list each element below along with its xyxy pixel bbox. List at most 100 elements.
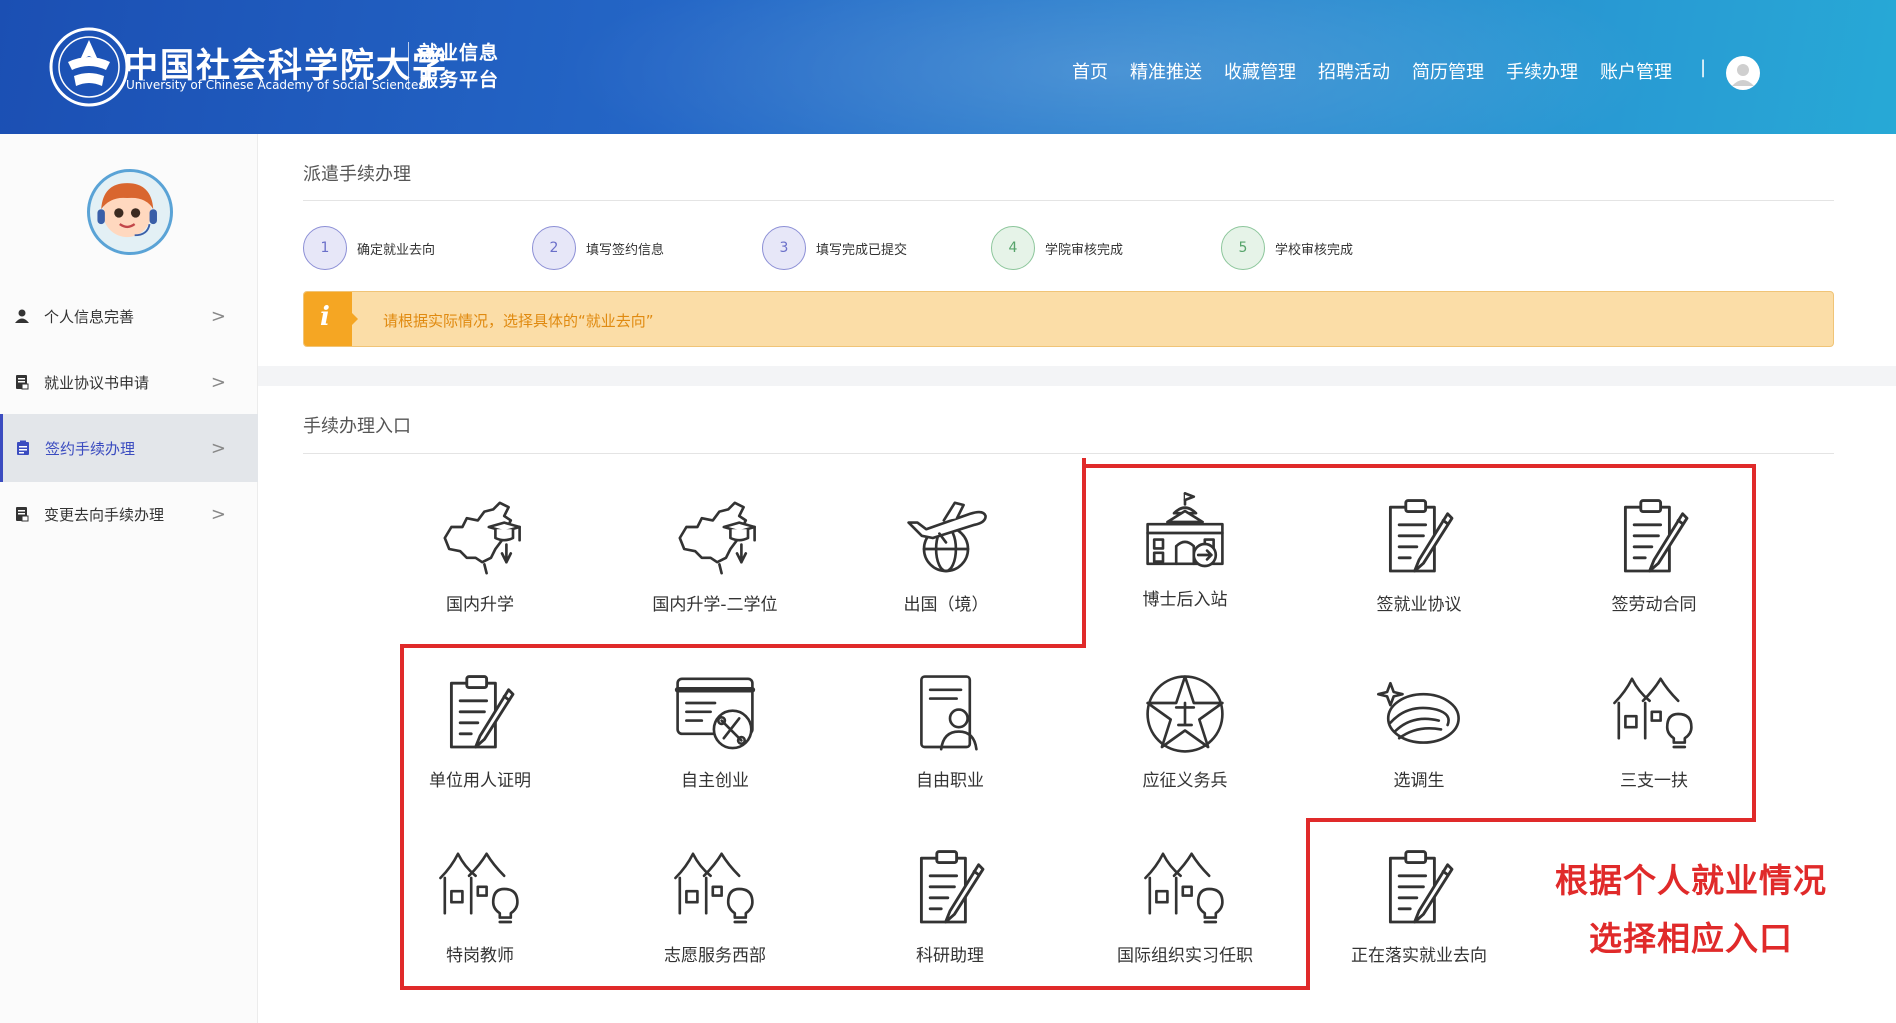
document-icon — [14, 506, 30, 522]
user-avatar-icon[interactable] — [1726, 56, 1760, 90]
nav-recruitment[interactable]: 招聘活动 — [1318, 58, 1390, 84]
step-2: 2 填写签约信息 — [532, 226, 664, 270]
china-map-graduate-icon — [671, 494, 759, 582]
entry-label: 博士后入站 — [1142, 590, 1228, 610]
entry-label: 自由职业 — [916, 771, 984, 791]
entry-selected-graduate[interactable]: 选调生 — [1319, 670, 1519, 791]
nav-home[interactable]: 首页 — [1072, 58, 1108, 84]
step-1: 1 确定就业去向 — [303, 226, 435, 270]
clipboard-pen-icon — [1375, 845, 1463, 933]
chevron-right-icon: > — [210, 305, 226, 327]
sidebar-item-label: 个人信息完善 — [44, 307, 135, 326]
clipboard-pen-icon — [906, 845, 994, 933]
platform-name-line1: 就业信息 — [419, 42, 500, 64]
annotation-line2: 选择相应入口 — [1589, 919, 1793, 958]
sidebar-item-signing-procedures[interactable]: 签约手续办理 > — [0, 414, 258, 482]
top-header: 中国社会科学院大学 University of Chinese Academy … — [0, 0, 1896, 134]
entry-study-abroad[interactable]: 出国（境） — [846, 494, 1046, 615]
entry-pending-destination[interactable]: 正在落实就业去向 — [1319, 845, 1519, 966]
entry-label: 选调生 — [1393, 771, 1445, 791]
dispatch-title: 派遣手续办理 — [303, 164, 411, 185]
airplane-globe-icon — [902, 494, 990, 582]
entry-label: 签就业协议 — [1376, 595, 1462, 615]
entry-label: 正在落实就业去向 — [1351, 946, 1487, 966]
chevron-right-icon: > — [210, 503, 226, 525]
step-number: 1 — [303, 226, 347, 270]
step-number: 5 — [1221, 226, 1265, 270]
sidebar-item-label: 就业协议书申请 — [44, 373, 150, 392]
person-document-icon — [906, 670, 994, 758]
notice-arrow — [352, 313, 358, 325]
nav-resume[interactable]: 简历管理 — [1412, 58, 1484, 84]
entry-domestic-study[interactable]: 国内升学 — [380, 494, 580, 615]
institute-building-icon — [1141, 489, 1229, 577]
step-label: 确定就业去向 — [357, 242, 436, 258]
clipboard-icon — [15, 440, 31, 456]
step-label: 填写签约信息 — [586, 242, 665, 258]
step-5: 5 学校审核完成 — [1221, 226, 1353, 270]
user-icon — [14, 308, 30, 324]
entry-label: 应征义务兵 — [1142, 771, 1228, 791]
step-number: 2 — [532, 226, 576, 270]
divider — [303, 200, 1834, 201]
annotation-line1: 根据个人就业情况 — [1555, 861, 1827, 900]
entry-three-supports[interactable]: 三支一扶 — [1554, 670, 1754, 791]
chevron-right-icon: > — [210, 371, 226, 393]
entry-label: 志愿服务西部 — [664, 946, 766, 966]
entry-label: 科研助理 — [916, 946, 984, 966]
logo-divider — [408, 42, 409, 90]
nav-procedures[interactable]: 手续办理 — [1506, 58, 1578, 84]
nav-favorites[interactable]: 收藏管理 — [1224, 58, 1296, 84]
step-label: 学校审核完成 — [1275, 242, 1354, 258]
nav-separator: | — [1700, 57, 1707, 78]
clipboard-pen-icon — [1375, 494, 1463, 582]
china-map-graduate-icon — [436, 494, 524, 582]
step-number: 3 — [762, 226, 806, 270]
chevron-right-icon: > — [210, 437, 226, 459]
card-tools-icon — [671, 670, 759, 758]
annotation-text: 根据个人就业情况 选择相应入口 — [1526, 852, 1856, 968]
entry-label: 国内升学 — [446, 595, 514, 615]
entry-employment-agreement[interactable]: 签就业协议 — [1319, 494, 1519, 615]
entry-label: 自主创业 — [681, 771, 749, 791]
info-icon: i — [304, 292, 352, 346]
logo-english-name: University of Chinese Academy of Social … — [126, 78, 425, 92]
step-4: 4 学院审核完成 — [991, 226, 1123, 270]
step-number: 4 — [991, 226, 1035, 270]
village-bulb-icon — [1610, 670, 1698, 758]
entry-postdoc[interactable]: 博士后入站 — [1085, 489, 1285, 610]
entry-west-volunteer[interactable]: 志愿服务西部 — [615, 845, 815, 966]
platform-name-line2: 服务平台 — [419, 69, 500, 91]
sidebar-item-agreement-apply[interactable]: 就业协议书申请 > — [0, 348, 258, 416]
village-bulb-icon — [436, 845, 524, 933]
entry-label: 出国（境） — [903, 595, 989, 615]
entry-special-teacher[interactable]: 特岗教师 — [380, 845, 580, 966]
main-nav: 首页 精准推送 收藏管理 招聘活动 简历管理 手续办理 账户管理 — [1072, 58, 1694, 84]
student-avatar — [87, 169, 173, 255]
entry-employer-certificate[interactable]: 单位用人证明 — [380, 670, 580, 791]
entry-label: 国内升学-二学位 — [652, 595, 778, 615]
nav-precise-push[interactable]: 精准推送 — [1130, 58, 1202, 84]
sidebar-item-personal-info[interactable]: 个人信息完善 > — [0, 282, 258, 350]
entry-self-employment[interactable]: 自主创业 — [615, 670, 815, 791]
notice-message: 请根据实际情况，选择具体的“就业去向” — [383, 312, 654, 330]
document-icon — [14, 374, 30, 390]
entry-domestic-second-degree[interactable]: 国内升学-二学位 — [615, 494, 815, 615]
university-emblem-icon[interactable] — [48, 26, 130, 108]
divider — [303, 453, 1834, 454]
entry-label: 单位用人证明 — [429, 771, 531, 791]
entry-freelance[interactable]: 自由职业 — [850, 670, 1050, 791]
entry-label: 特岗教师 — [446, 946, 514, 966]
entry-international-org[interactable]: 国际组织实习任职 — [1085, 845, 1285, 966]
entry-military-service[interactable]: 应征义务兵 — [1085, 670, 1285, 791]
dispatch-card: 派遣手续办理 1 确定就业去向 2 填写签约信息 3 填写完成已提交 4 学院审… — [258, 134, 1896, 366]
sidebar: 个人信息完善 > 就业协议书申请 > 签约手续办理 > 变更去向手续办理 > — [0, 134, 258, 1023]
step-label: 填写完成已提交 — [816, 242, 908, 258]
entry-research-assistant[interactable]: 科研助理 — [850, 845, 1050, 966]
sidebar-item-label: 签约手续办理 — [45, 439, 136, 458]
nav-account[interactable]: 账户管理 — [1600, 58, 1672, 84]
sidebar-item-change-destination[interactable]: 变更去向手续办理 > — [0, 480, 258, 548]
entry-labor-contract[interactable]: 签劳动合同 — [1554, 494, 1754, 615]
clipboard-pen-icon — [436, 670, 524, 758]
sidebar-item-label: 变更去向手续办理 — [44, 505, 165, 524]
